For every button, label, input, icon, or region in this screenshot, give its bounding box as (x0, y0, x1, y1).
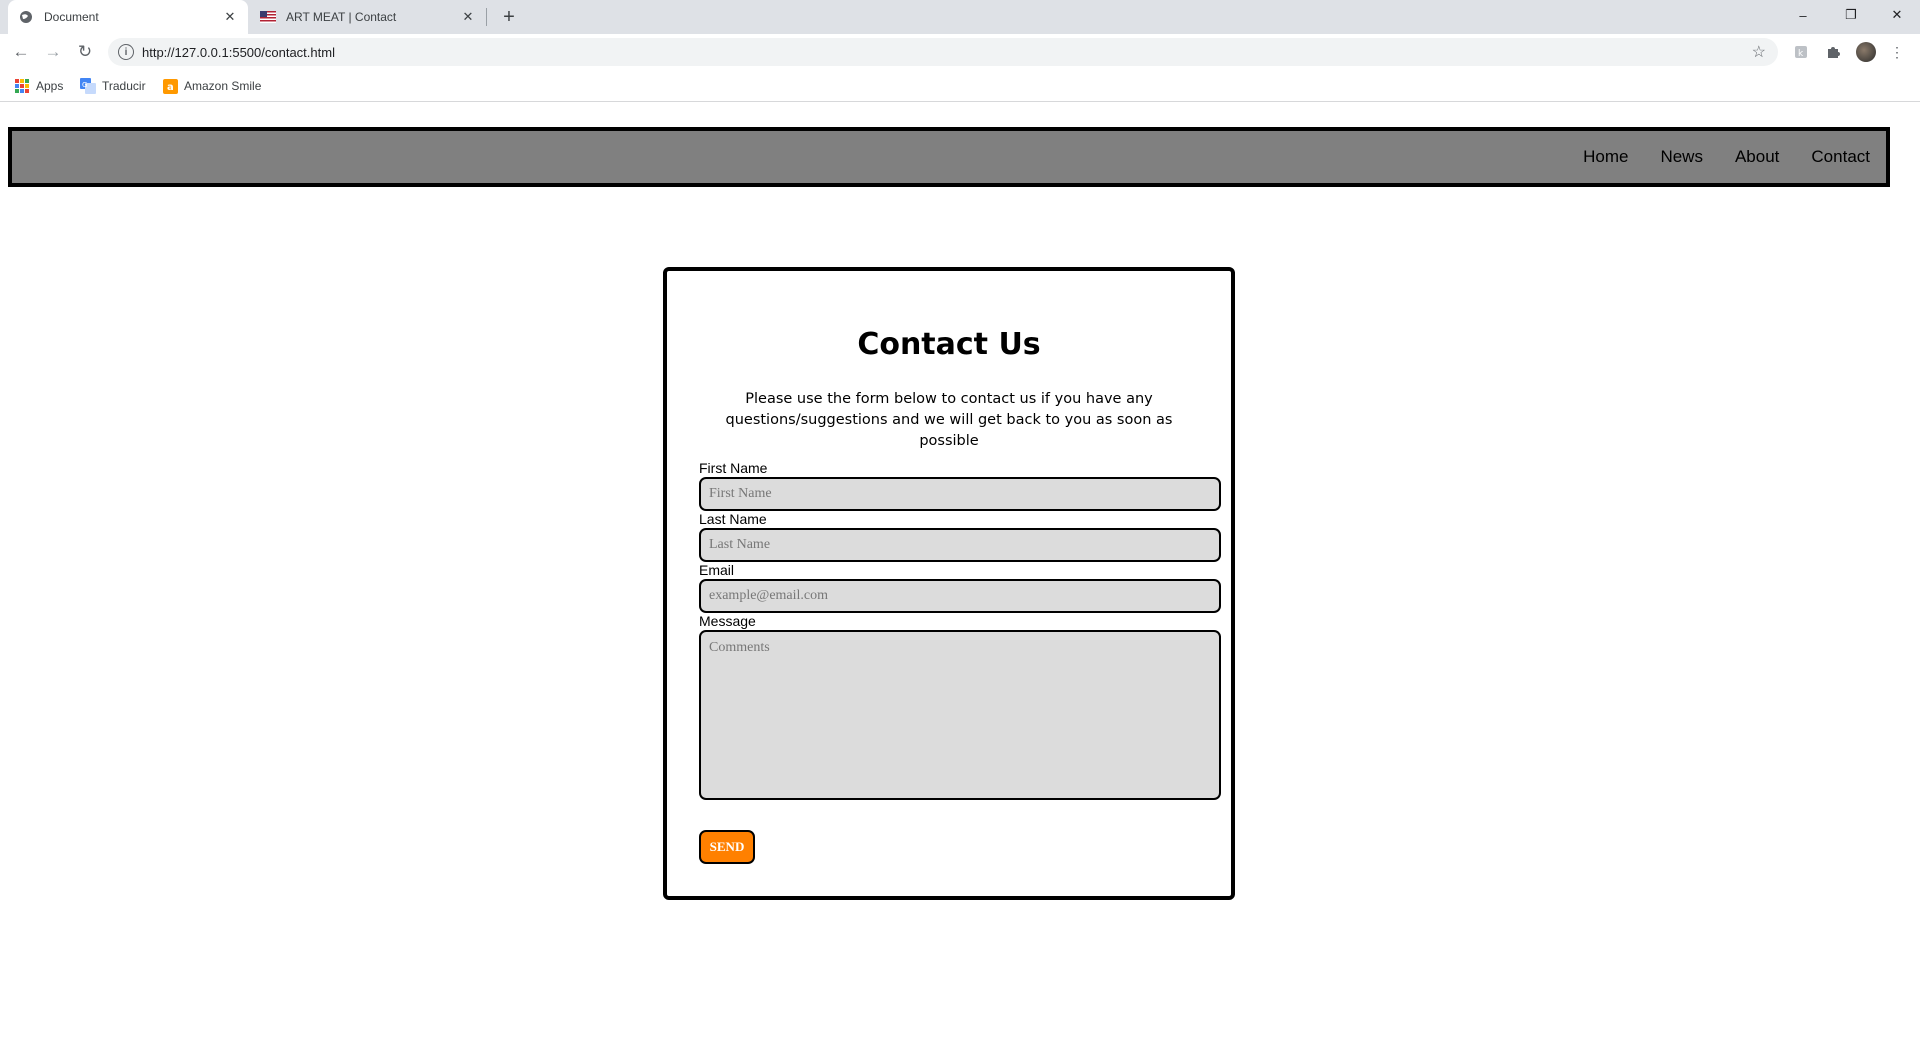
bookmark-label: Traducir (102, 79, 146, 93)
tab-title: ART MEAT | Contact (286, 10, 397, 24)
first-name-field[interactable] (699, 477, 1221, 511)
browser-toolbar: ← → ↻ i http://127.0.0.1:5500/contact.ht… (0, 34, 1920, 70)
last-name-field[interactable] (699, 528, 1221, 562)
reload-icon[interactable]: ↻ (72, 39, 98, 65)
tab-separator (486, 8, 487, 26)
amazon-icon: a (162, 78, 178, 94)
svg-text:k: k (1798, 49, 1804, 59)
bookmarks-bar: Apps G Traducir a Amazon Smile (0, 70, 1920, 102)
extension-icon[interactable]: k (1788, 39, 1814, 65)
close-window-icon[interactable]: ✕ (1874, 0, 1920, 30)
first-name-label: First Name (699, 460, 768, 476)
contact-intro-text: Please use the form below to contact us … (725, 391, 1173, 449)
tab-strip: Document ✕ ART MEAT | Contact ✕ + – ❐ ✕ (0, 0, 1920, 34)
close-tab-icon[interactable]: ✕ (222, 9, 238, 25)
bookmark-traducir[interactable]: G Traducir (80, 76, 146, 96)
contact-card: Contact Us Please use the form below to … (663, 267, 1235, 900)
page-title: Contact Us (857, 327, 1041, 362)
flag-icon (260, 9, 276, 25)
svg-text:G: G (82, 81, 87, 89)
email-label: Email (699, 562, 735, 578)
back-arrow-icon[interactable]: ← (8, 39, 34, 65)
address-bar[interactable]: i http://127.0.0.1:5500/contact.html ☆ (108, 38, 1778, 66)
tab-document[interactable]: Document ✕ (8, 0, 248, 34)
restore-icon[interactable]: ❐ (1828, 0, 1874, 30)
bookmark-amazon-smile[interactable]: a Amazon Smile (162, 76, 261, 96)
profile-avatar[interactable] (1856, 42, 1876, 62)
new-tab-plus-icon[interactable]: + (496, 4, 522, 30)
nav-link-contact[interactable]: Contact (1811, 147, 1870, 167)
site-navbar: Home News About Contact (8, 127, 1890, 187)
bookmark-label: Apps (36, 79, 64, 93)
nav-links: Home News About Contact (1551, 131, 1870, 183)
send-button[interactable]: SEND (699, 830, 755, 864)
nav-link-about[interactable]: About (1735, 147, 1779, 167)
nav-link-home[interactable]: Home (1583, 147, 1628, 167)
close-tab-icon[interactable]: ✕ (460, 9, 476, 25)
svg-text:a: a (167, 82, 174, 93)
puzzle-extensions-icon[interactable] (1820, 39, 1846, 65)
minimize-icon[interactable]: – (1780, 0, 1826, 30)
translate-icon: G (80, 78, 96, 94)
email-field[interactable] (699, 579, 1221, 613)
url-text: http://127.0.0.1:5500/contact.html (142, 44, 335, 60)
bookmark-star-icon[interactable]: ☆ (1752, 42, 1766, 62)
bookmark-apps[interactable]: Apps (14, 76, 63, 96)
forward-arrow-icon[interactable]: → (40, 39, 66, 65)
nav-link-news[interactable]: News (1660, 147, 1703, 167)
message-textarea[interactable] (699, 630, 1221, 800)
more-menu-icon[interactable]: ⋮ (1884, 39, 1910, 65)
last-name-label: Last Name (699, 511, 767, 527)
tab-title: Document (44, 10, 99, 24)
site-info-icon[interactable]: i (118, 44, 134, 60)
bookmark-label: Amazon Smile (184, 79, 262, 93)
tab-art-meat-contact[interactable]: ART MEAT | Contact ✕ (250, 0, 486, 34)
apps-grid-icon (14, 78, 30, 94)
message-label: Message (699, 613, 756, 629)
globe-icon (18, 9, 34, 25)
